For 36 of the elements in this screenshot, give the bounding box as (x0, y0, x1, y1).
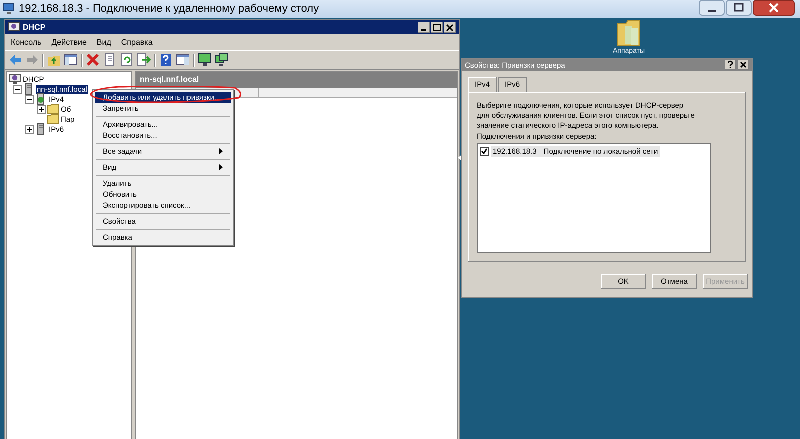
expand-icon[interactable] (25, 124, 34, 134)
monitor-icon (9, 73, 21, 85)
close-icon (753, 0, 795, 16)
pane-icon[interactable] (176, 53, 190, 67)
menu-item[interactable]: Действие (52, 38, 87, 46)
collapse-icon[interactable] (25, 94, 34, 104)
console-icon (8, 22, 20, 32)
monitor-icon (3, 3, 15, 15)
minimize-icon (699, 0, 725, 16)
pane-header: nn-sql.nnf.local (136, 72, 457, 88)
minimize-icon (418, 22, 430, 32)
window-title: DHCP (23, 22, 46, 32)
menu-item[interactable]: Справка (121, 38, 153, 46)
maximize-icon (726, 0, 752, 16)
folder-icon (616, 18, 642, 48)
delete-icon[interactable] (86, 53, 100, 67)
menu-item[interactable]: Консоль (11, 38, 42, 46)
monitors-icon[interactable] (215, 53, 229, 67)
server-icon (23, 83, 35, 95)
folder-icon (47, 103, 59, 115)
document-icon[interactable] (103, 53, 117, 67)
collapse-icon[interactable] (13, 84, 22, 94)
menu-item[interactable]: Вид (96, 38, 112, 46)
close-icon (444, 22, 456, 32)
folder-icon (47, 113, 59, 125)
export-icon[interactable] (137, 53, 151, 67)
checkbox[interactable] (480, 147, 489, 156)
maximize-icon (431, 22, 443, 32)
pane-icon[interactable] (64, 53, 78, 67)
window-title: 192.168.18.3 - Подключение к удаленному рабочему столу (19, 3, 320, 15)
expand-icon[interactable] (37, 104, 46, 114)
monitor-icon[interactable] (198, 53, 212, 67)
help-icon[interactable] (159, 53, 173, 67)
refresh-icon[interactable] (120, 53, 134, 67)
server-icon (35, 93, 47, 105)
server-icon (35, 123, 47, 135)
